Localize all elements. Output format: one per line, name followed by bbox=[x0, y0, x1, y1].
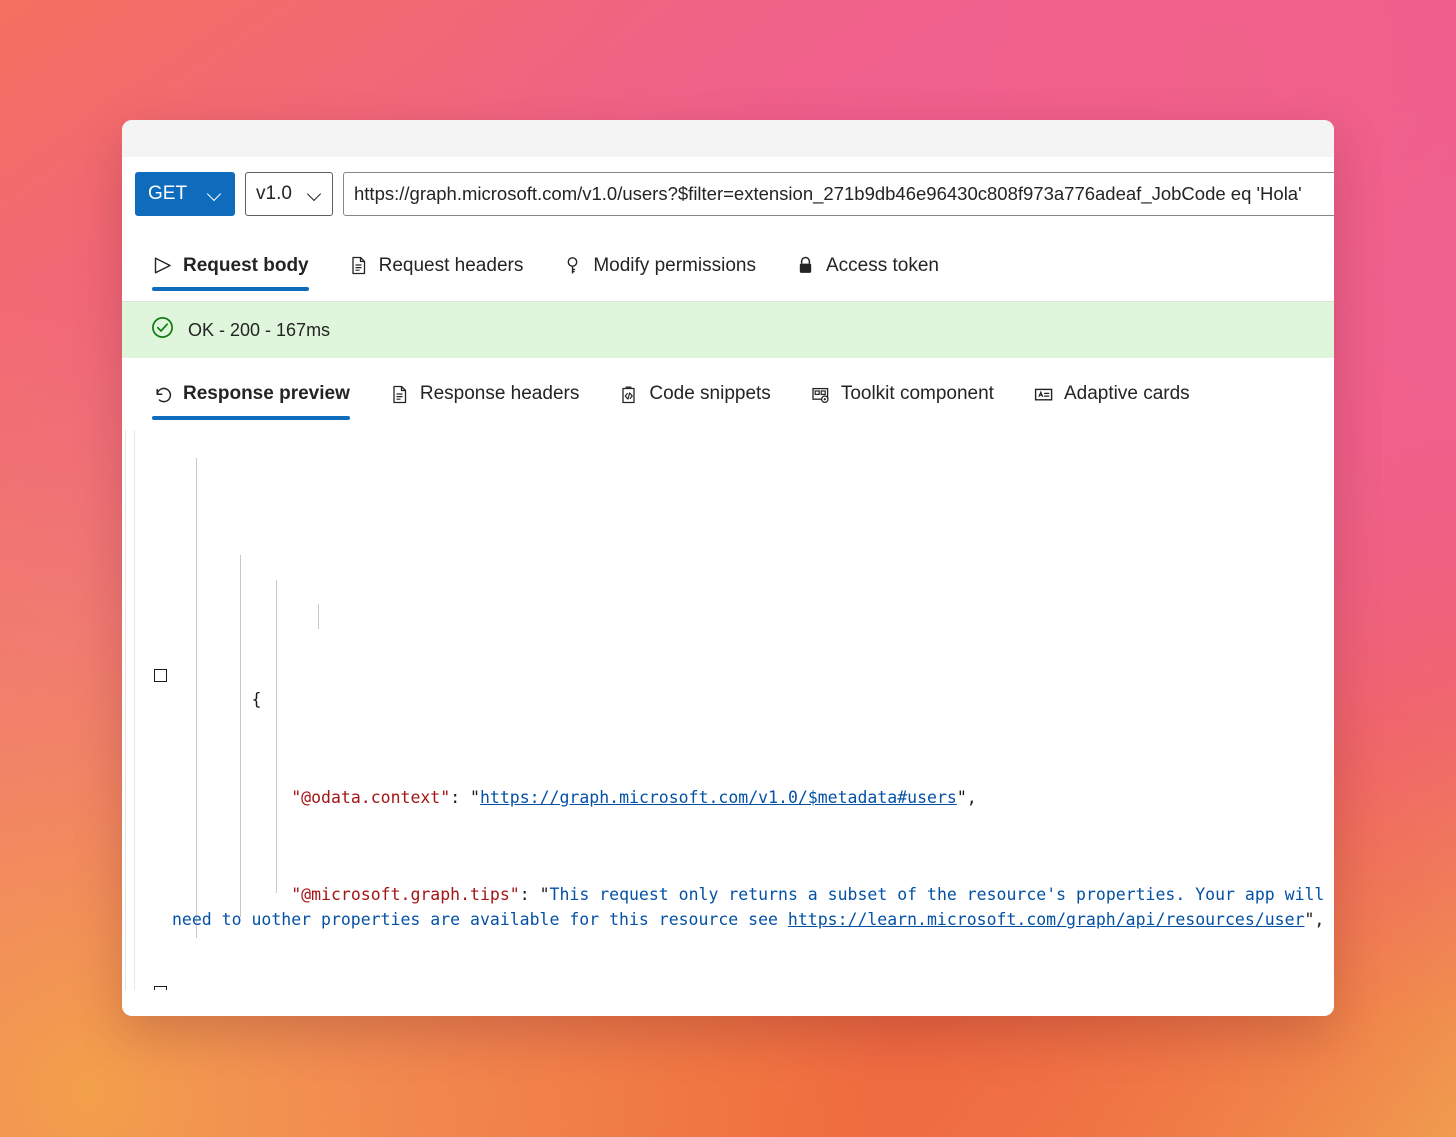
api-version-label: v1.0 bbox=[256, 183, 292, 205]
json-line-odata-context: "@odata.context": "https://graph.microso… bbox=[136, 761, 1334, 785]
request-url-input[interactable]: https://graph.microsoft.com/v1.0/users?$… bbox=[343, 172, 1334, 216]
http-method-dropdown[interactable]: GET bbox=[135, 172, 235, 216]
response-tabs: Response preview Response headers Co bbox=[122, 358, 1334, 430]
tab-label: Response preview bbox=[183, 383, 350, 405]
indent-guide bbox=[318, 604, 319, 629]
undo-icon bbox=[152, 384, 173, 405]
code-clipboard-icon bbox=[618, 384, 639, 405]
json-tips-line2: other properties are available for this … bbox=[261, 910, 788, 929]
lock-icon bbox=[795, 255, 816, 276]
key-icon bbox=[562, 255, 583, 276]
tab-label: Toolkit component bbox=[841, 383, 994, 405]
tab-label: Code snippets bbox=[649, 383, 770, 405]
check-circle-icon bbox=[150, 315, 175, 345]
card-icon bbox=[1033, 384, 1054, 405]
tab-label: Modify permissions bbox=[593, 255, 756, 277]
tab-response-headers[interactable]: Response headers bbox=[372, 358, 602, 430]
document-icon bbox=[389, 384, 410, 405]
tab-label: Adaptive cards bbox=[1064, 383, 1190, 405]
response-preview-pane: { "@odata.context": "https://graph.micro… bbox=[122, 430, 1334, 990]
json-line-root-open: { bbox=[136, 664, 1334, 688]
collapse-toggle[interactable] bbox=[154, 986, 167, 990]
json-link[interactable]: https://graph.microsoft.com/v1.0/$metada… bbox=[480, 788, 957, 807]
graph-explorer-window: GET v1.0 https://graph.microsoft.com/v1.… bbox=[122, 120, 1334, 1016]
window-titlebar bbox=[122, 120, 1334, 158]
toolkit-icon bbox=[810, 384, 831, 405]
tab-toolkit-component[interactable]: Toolkit component bbox=[793, 358, 1016, 430]
status-text: OK - 200 - 167ms bbox=[188, 320, 330, 341]
chevron-down-icon bbox=[208, 187, 222, 201]
request-tabs: Request body Request headers Modify perm… bbox=[122, 230, 1334, 302]
json-link[interactable]: https://learn.microsoft.com/graph/api/re… bbox=[788, 910, 1305, 929]
api-version-dropdown[interactable]: v1.0 bbox=[245, 172, 333, 216]
json-viewer[interactable]: { "@odata.context": "https://graph.micro… bbox=[136, 430, 1334, 990]
tab-label: Access token bbox=[826, 255, 939, 277]
chevron-down-icon bbox=[308, 187, 322, 201]
document-icon bbox=[348, 255, 369, 276]
tab-access-token[interactable]: Access token bbox=[778, 230, 961, 301]
tab-code-snippets[interactable]: Code snippets bbox=[601, 358, 792, 430]
tab-request-body[interactable]: Request body bbox=[135, 230, 331, 301]
tab-adaptive-cards[interactable]: Adaptive cards bbox=[1016, 358, 1212, 430]
indent-guide bbox=[276, 580, 277, 893]
tab-response-preview[interactable]: Response preview bbox=[135, 358, 372, 430]
query-bar: GET v1.0 https://graph.microsoft.com/v1.… bbox=[122, 158, 1334, 230]
json-key: "@odata.context" bbox=[291, 788, 450, 807]
collapse-toggle[interactable] bbox=[154, 669, 167, 682]
json-line-value-open: "value": [ bbox=[136, 981, 1334, 990]
json-line-graph-tips: "@microsoft.graph.tips": "This request o… bbox=[136, 859, 1334, 908]
response-vertical-scrollbar[interactable] bbox=[125, 430, 135, 990]
tab-request-headers[interactable]: Request headers bbox=[331, 230, 546, 301]
http-method-label: GET bbox=[148, 183, 187, 205]
tab-label: Request headers bbox=[379, 255, 524, 277]
tab-modify-permissions[interactable]: Modify permissions bbox=[545, 230, 778, 301]
tab-label: Request body bbox=[183, 255, 309, 277]
tab-label: Response headers bbox=[420, 383, 580, 405]
json-key: "@microsoft.graph.tips" bbox=[291, 885, 519, 904]
response-status-bar: OK - 200 - 167ms bbox=[122, 302, 1334, 358]
send-icon bbox=[152, 255, 173, 276]
